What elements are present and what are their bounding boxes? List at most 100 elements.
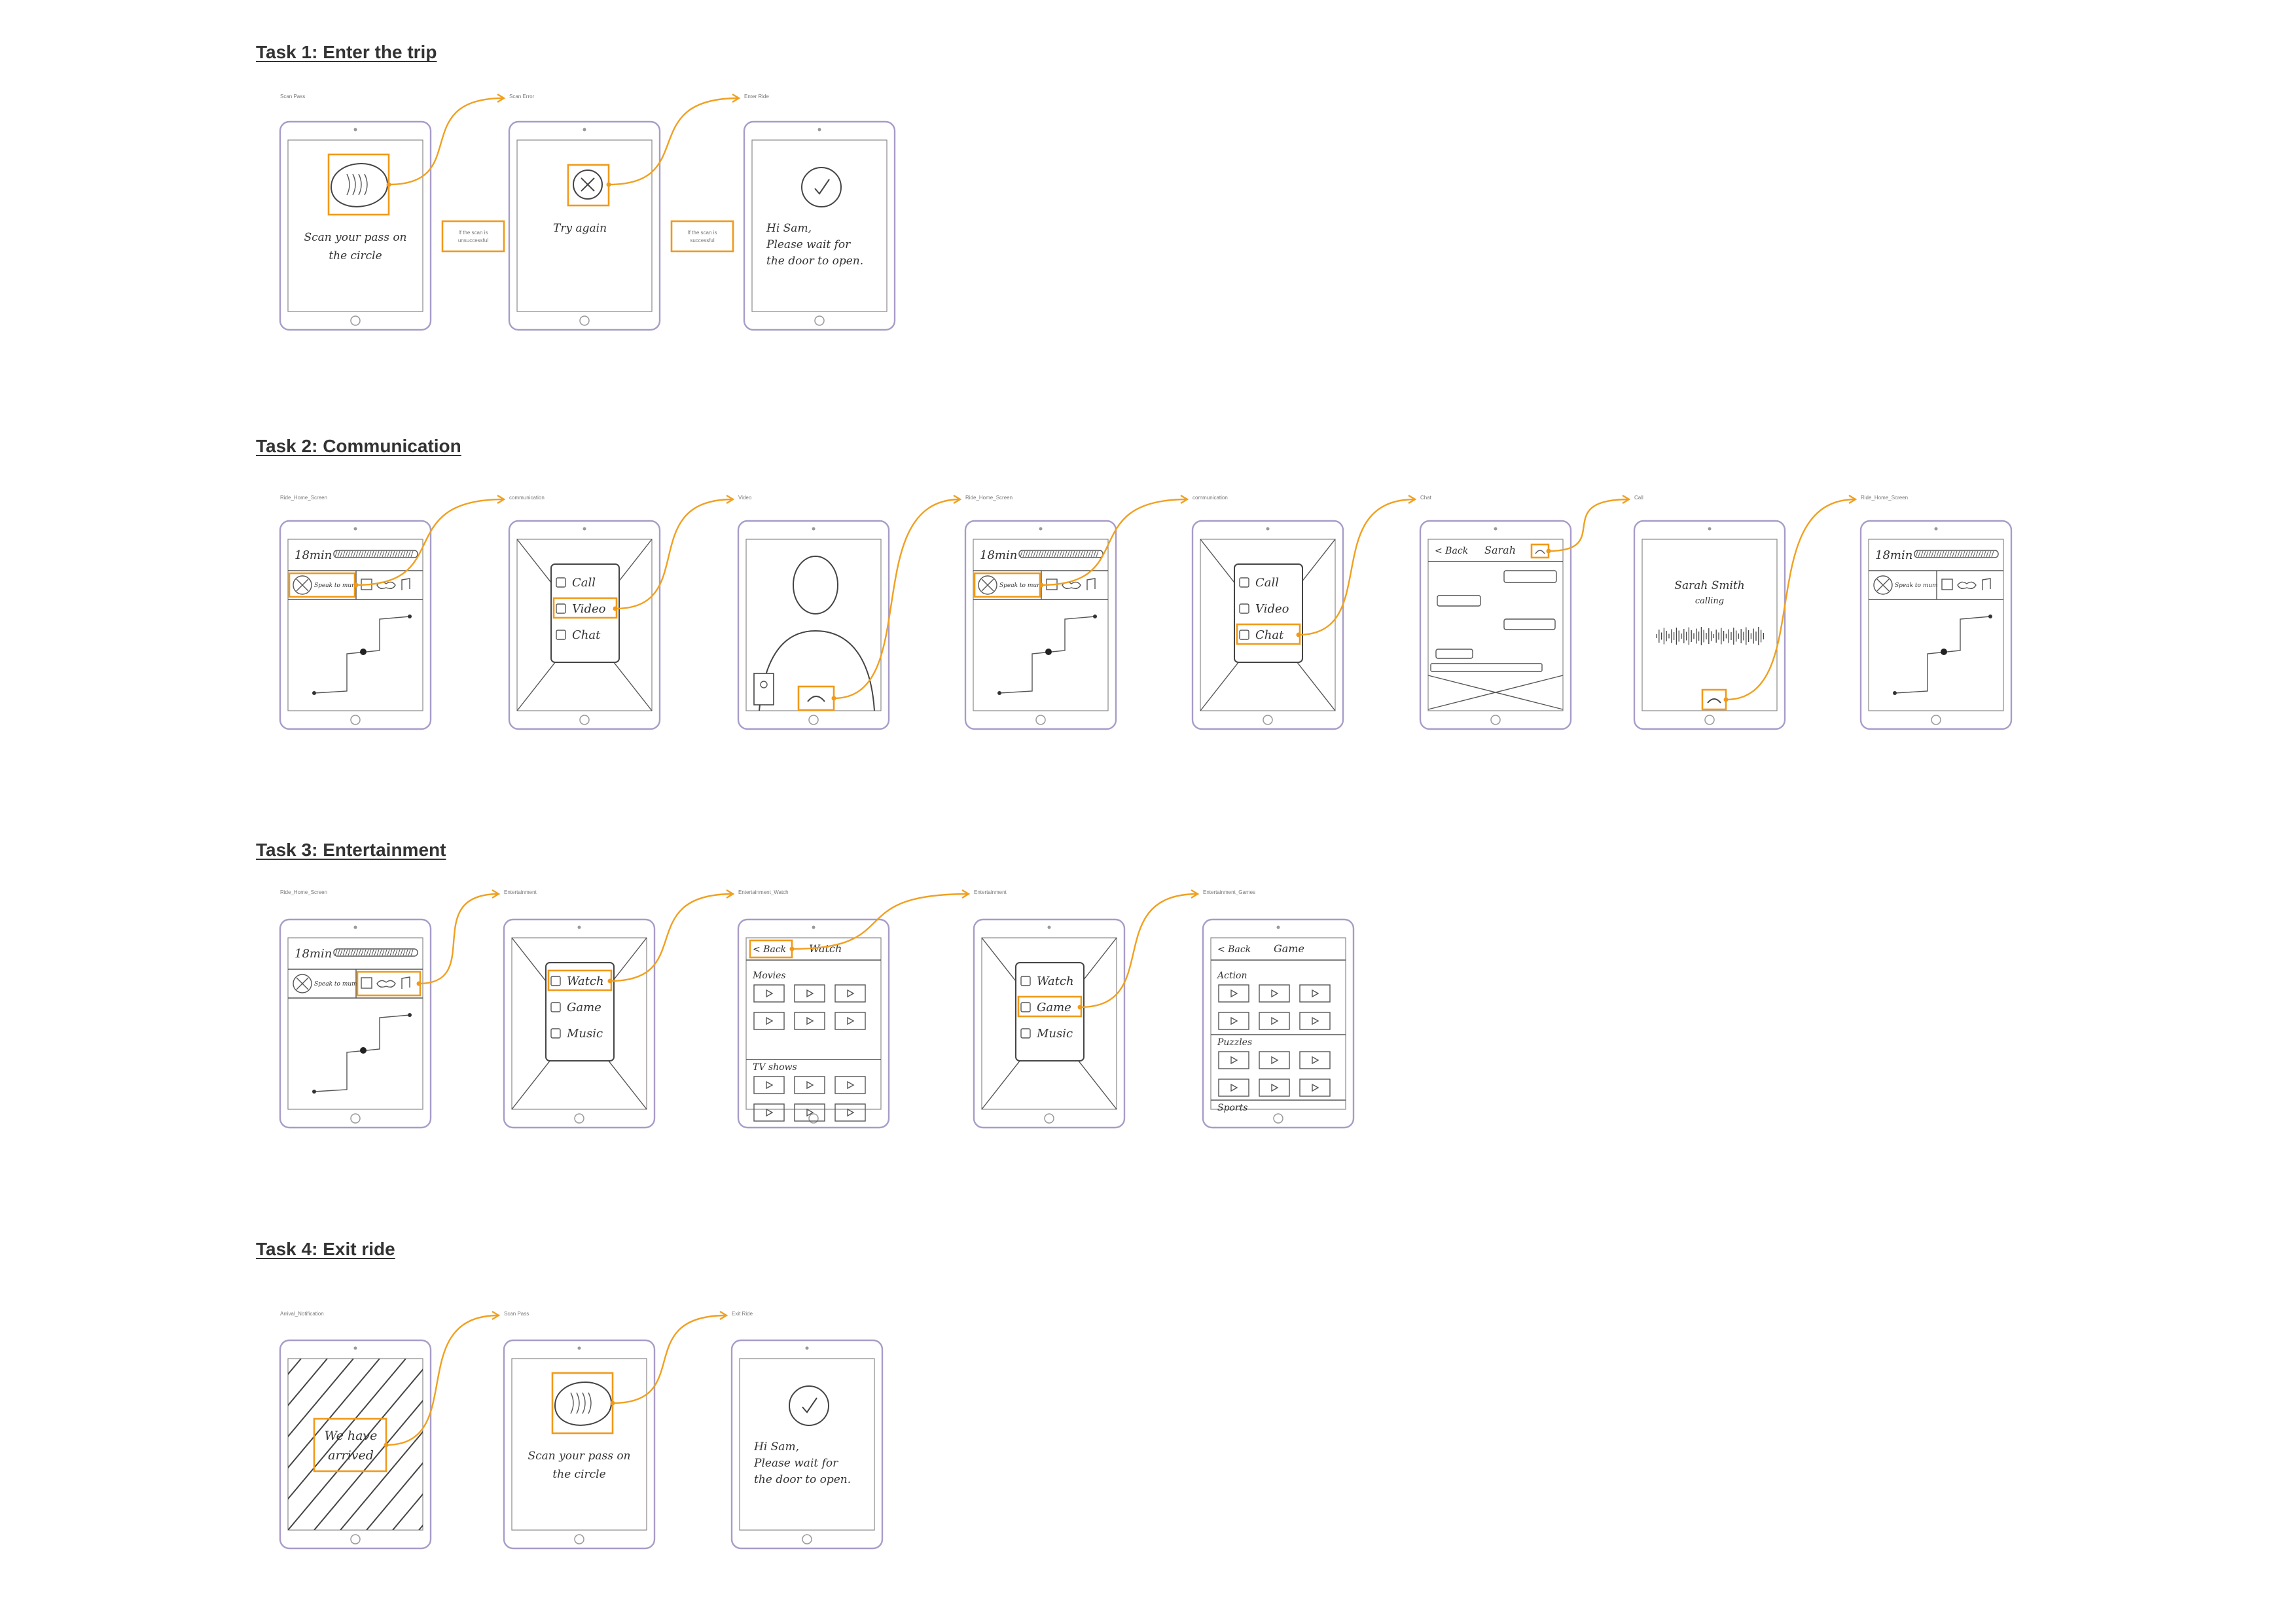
screen-caption: Call xyxy=(1634,495,1643,501)
storyboard-screen: Ride_Home_Screen 18min Speak to mum xyxy=(279,889,432,1129)
category-label: Movies xyxy=(752,971,786,981)
camera-dot xyxy=(577,1346,581,1350)
link-dot xyxy=(386,182,391,187)
task-title: Task 4: Exit ride xyxy=(256,1239,395,1259)
eta-label: 18min xyxy=(295,947,332,961)
camera-dot xyxy=(1934,527,1938,531)
menu-item-call: Call xyxy=(572,576,596,590)
category-label: Sports xyxy=(1217,1103,1247,1113)
eta-label: 18min xyxy=(295,548,332,562)
scan-instruction-line: Scan your pass on xyxy=(528,1450,630,1463)
screen-caption: Exit Ride xyxy=(732,1311,753,1317)
screen-caption: Entertainment_Games xyxy=(1203,889,1255,895)
chat-contact-name: Sarah xyxy=(1484,544,1516,556)
storyboard-screen: Enter Ride Hi Sam, Please wait for the door… xyxy=(743,94,896,331)
screen-caption: Video xyxy=(738,495,752,501)
scan-instruction-line: Scan your pass on xyxy=(304,231,406,244)
menu-item-game: Game xyxy=(567,1001,601,1014)
task-section: Task 1: Enter the trip Scan Pass Scan your… xyxy=(256,42,896,331)
task-title: Task 3: Entertainment xyxy=(256,840,446,860)
welcome-message-line: Please wait for xyxy=(766,238,851,251)
condition-note-line: If the scan is xyxy=(688,230,717,236)
screen-caption: Entertainment_Watch xyxy=(738,889,789,895)
camera-dot xyxy=(805,1346,809,1350)
condition-note: If the scan is successful xyxy=(670,220,734,253)
speak-to-mum-label: Speak to mum xyxy=(999,582,1043,589)
camera-dot xyxy=(1266,527,1270,531)
current-position-dot xyxy=(1941,649,1947,655)
screen-caption: Scan Error xyxy=(509,94,535,99)
screen-caption: Ride_Home_Screen xyxy=(280,495,327,501)
tablet-screen xyxy=(287,937,423,1110)
camera-dot xyxy=(1494,527,1498,531)
route-start-dot xyxy=(997,691,1001,695)
link-dot xyxy=(610,1400,615,1406)
camera-dot xyxy=(1276,925,1280,929)
task-section: Task 2: Communication Ride_Home_Screen 18m… xyxy=(256,436,2013,730)
link-dot xyxy=(1546,548,1551,554)
storyboard-canvas: Task 1: Enter the trip Scan Pass Scan your… xyxy=(131,42,2013,1550)
link-dot xyxy=(1077,1005,1083,1010)
storyboard-screen: Scan Pass Scan your pass on the circle xyxy=(279,94,432,331)
screen-caption: communication xyxy=(509,495,545,501)
storyboard-screen: Ride_Home_Screen 18min Speak to mum xyxy=(279,495,432,730)
link-dot xyxy=(789,946,795,952)
task-title: Task 2: Communication xyxy=(256,436,461,456)
link-dot xyxy=(1039,582,1044,588)
callee-name: Sarah Smith xyxy=(1674,579,1744,592)
tablet-screen xyxy=(287,139,423,312)
screen-caption: Ride_Home_Screen xyxy=(1861,495,1908,501)
screen-caption: Scan Pass xyxy=(280,94,305,99)
screen-caption: Chat xyxy=(1420,495,1432,501)
condition-note: If the scan is unsuccessful xyxy=(441,220,505,253)
eta-label: 18min xyxy=(980,548,1017,562)
screen-caption: Enter Ride xyxy=(744,94,769,99)
scan-instruction-line: the circle xyxy=(329,249,382,262)
route-start-dot xyxy=(312,1090,316,1094)
task-section: Task 4: Exit ride Arrival_Notification We … xyxy=(131,1239,884,1550)
back-button: < Back xyxy=(753,944,786,955)
link-dot xyxy=(384,1442,389,1448)
scan-instruction-line: the circle xyxy=(552,1468,605,1481)
call-status: calling xyxy=(1695,596,1724,606)
tablet-screen xyxy=(973,539,1109,711)
storyboard-screen: Ride_Home_Screen 18min Speak to mum xyxy=(964,495,1117,730)
link-dot xyxy=(1296,632,1301,637)
route-end-dot xyxy=(1093,615,1097,618)
tablet-screen xyxy=(1427,539,1564,711)
task-title: Task 1: Enter the trip xyxy=(256,42,437,62)
tablet-screen xyxy=(1641,539,1778,711)
link-dot xyxy=(416,981,422,986)
screen-caption: communication xyxy=(1193,495,1228,501)
screen-caption: Arrival_Notification xyxy=(280,1311,324,1317)
link-dot xyxy=(1723,697,1729,702)
overlay-hatch xyxy=(131,1359,275,1530)
camera-dot xyxy=(353,527,357,531)
welcome-message-line: Hi Sam, xyxy=(753,1440,799,1454)
screen-caption: Scan Pass xyxy=(504,1311,529,1317)
menu-item-game: Game xyxy=(1037,1001,1071,1014)
category-label: Action xyxy=(1216,971,1247,981)
category-label: TV shows xyxy=(753,1062,797,1073)
storyboard-screen: Entertainment_Games < Back Game Action Puzzl… xyxy=(1202,889,1355,1129)
menu-item-watch: Watch xyxy=(567,974,604,988)
condition-note-line: If the scan is xyxy=(459,230,488,236)
welcome-message-line: Please wait for xyxy=(753,1457,838,1470)
storyboard-screen: Scan Error Try again xyxy=(508,94,661,331)
back-button: < Back xyxy=(1435,546,1468,556)
link-dot xyxy=(606,182,611,187)
storyboard-screen: Ride_Home_Screen 18min Speak to mum xyxy=(1859,495,2013,730)
storyboard-screen: communication Call Video Chat xyxy=(1191,495,1344,730)
storyboard-screen: Scan Pass Scan your pass on the circle xyxy=(503,1311,656,1550)
link-dot xyxy=(353,582,359,588)
back-button: < Back xyxy=(1217,944,1251,955)
condition-note-line: unsuccessful xyxy=(458,238,488,243)
menu-item-watch: Watch xyxy=(1037,974,1074,988)
route-start-dot xyxy=(312,691,316,695)
welcome-message-line: Hi Sam, xyxy=(766,222,812,235)
link-dot xyxy=(613,606,618,611)
arrival-message-line: We have xyxy=(325,1429,378,1443)
route-start-dot xyxy=(1893,691,1897,695)
camera-dot xyxy=(1039,527,1043,531)
current-position-dot xyxy=(1045,649,1052,655)
